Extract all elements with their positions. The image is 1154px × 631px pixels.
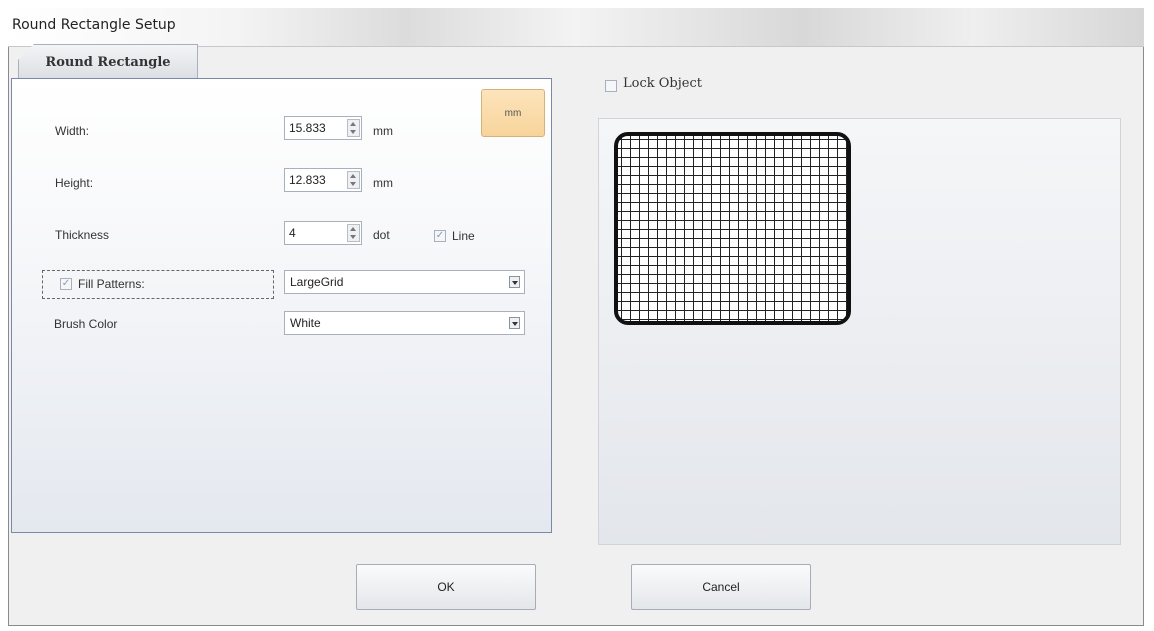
brush-color-label: Brush Color (54, 317, 118, 331)
ok-button[interactable]: OK (356, 564, 536, 610)
fill-patterns-focus-box (42, 270, 274, 299)
fill-patterns-value: LargeGrid (290, 275, 344, 289)
fill-patterns-label: Fill Patterns: (78, 277, 145, 291)
thickness-unit: dot (373, 228, 390, 242)
thickness-stepper[interactable]: 4 (284, 221, 362, 245)
lock-object-checkbox[interactable] (605, 80, 617, 92)
brush-color-select[interactable]: White (284, 311, 525, 335)
height-value: 12.833 (289, 173, 326, 187)
height-unit: mm (373, 176, 393, 190)
width-label: Width: (55, 124, 90, 138)
round-rectangle-preview-shape (614, 132, 851, 325)
brush-color-value: White (290, 316, 321, 330)
line-checkbox-label: Line (452, 229, 475, 243)
title-bar: Round Rectangle Setup (8, 8, 1144, 47)
spin-arrows-icon[interactable] (347, 224, 360, 242)
width-value: 15.833 (289, 121, 326, 135)
thickness-label: Thickness (55, 228, 110, 242)
width-stepper[interactable]: 15.833 (284, 116, 362, 140)
height-label: Height: (55, 176, 94, 190)
fill-patterns-select[interactable]: LargeGrid (284, 270, 525, 294)
chevron-down-icon[interactable] (509, 317, 520, 329)
thickness-value: 4 (289, 226, 296, 240)
lock-object-label: Lock Object (623, 76, 702, 91)
settings-panel (11, 78, 552, 533)
chevron-down-icon[interactable] (509, 276, 520, 288)
line-checkbox[interactable]: ✓ (434, 230, 446, 242)
window-title: Round Rectangle Setup (12, 17, 176, 33)
height-stepper[interactable]: 12.833 (284, 168, 362, 192)
width-unit: mm (373, 124, 393, 138)
tab-round-rectangle[interactable]: Round Rectangle (18, 44, 198, 78)
unit-toggle-button[interactable]: mm (481, 89, 545, 137)
tab-label: Round Rectangle (45, 55, 171, 70)
cancel-button[interactable]: Cancel (631, 564, 811, 610)
spin-arrows-icon[interactable] (347, 119, 360, 137)
spin-arrows-icon[interactable] (347, 171, 360, 189)
fill-patterns-checkbox[interactable]: ✓ (60, 278, 72, 290)
